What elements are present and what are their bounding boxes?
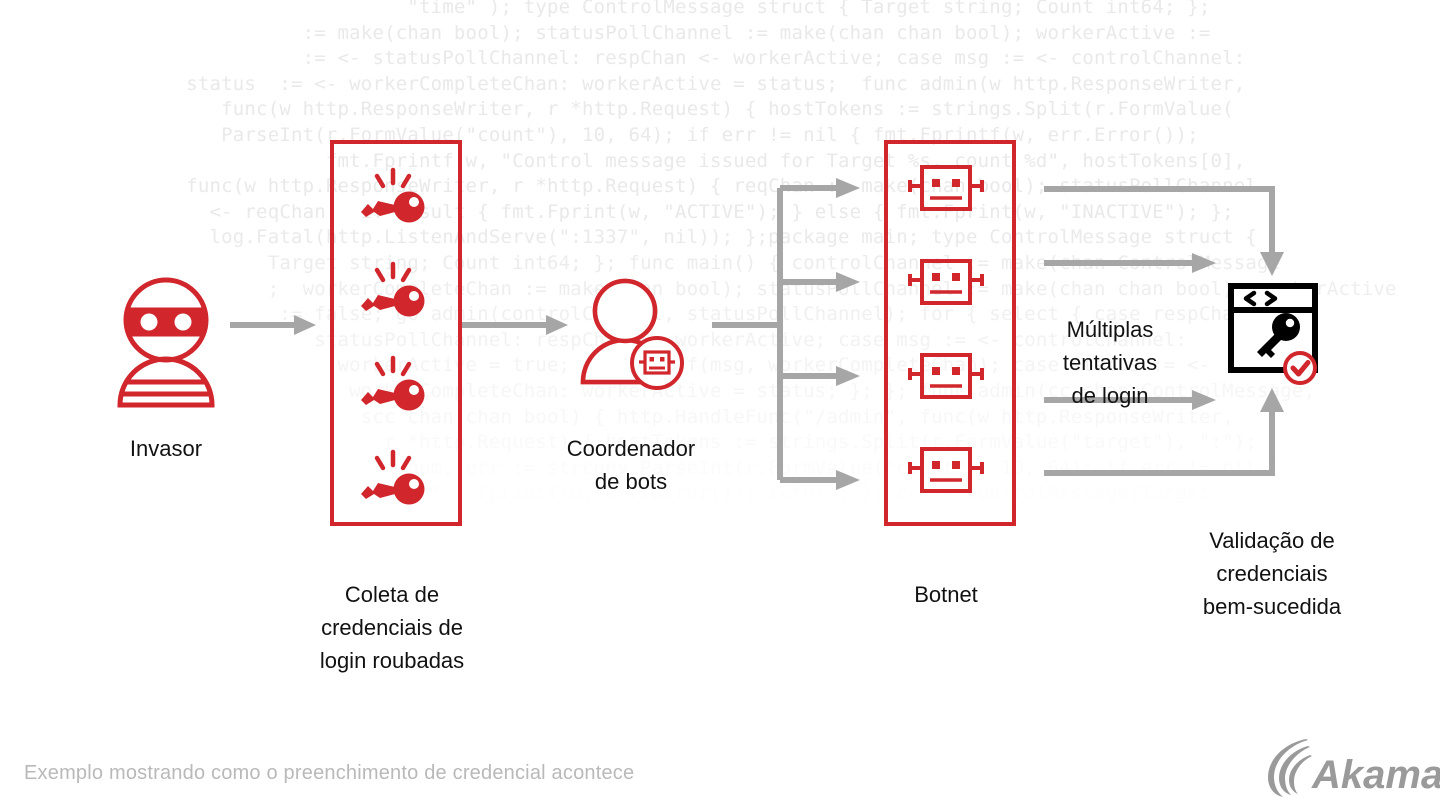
label-attacker: Invasor: [46, 399, 286, 465]
annotation-login-attempts: Múltiplas tentativas de login: [980, 280, 1240, 412]
code-background-line: ParseInt(r.FormValue("count"), 10, 64); …: [0, 124, 1199, 146]
robot-icon: [908, 259, 984, 305]
annotation-login-attempts-text: Múltiplas tentativas de login: [1062, 317, 1158, 408]
label-stolen-credentials-text: Coleta de credenciais de login roubadas: [319, 582, 465, 673]
node-login-target: [1228, 283, 1326, 385]
browser-key-check-icon: [1228, 283, 1318, 385]
akamai-logo-mark: Akamai: [1268, 739, 1440, 797]
node-bot-coordinator: [575, 278, 687, 390]
broken-key-icon: [361, 449, 425, 505]
node-attacker: [106, 272, 226, 408]
caption-text: Exemplo mostrando como o preenchimento d…: [24, 762, 634, 785]
code-background-line: := make(chan bool); statusPollChannel :=…: [0, 21, 1211, 44]
arrow-attacker-to-credentials: [230, 315, 316, 335]
label-stolen-credentials: Coleta de credenciais de login roubadas: [262, 545, 522, 677]
label-botnet: Botnet: [816, 545, 1076, 611]
label-botnet-text: Botnet: [914, 582, 978, 607]
akamai-logo: Akamai: [1266, 736, 1440, 798]
arrows-coordinator-to-botnet: [712, 178, 860, 490]
caption-label: Exemplo mostrando como o preenchimento d…: [24, 762, 635, 784]
robot-icon: [908, 447, 984, 493]
broken-key-icon: [361, 167, 425, 223]
label-bot-coordinator-text: Coordenador de bots: [566, 436, 696, 494]
arrow-login-attempts-upper: [1044, 253, 1216, 273]
annotation-successful-validation-text: Validação de credenciais bem-sucedida: [1202, 528, 1342, 619]
masked-attacker-icon: [117, 277, 215, 408]
akamai-wordmark: Akamai: [1311, 753, 1440, 797]
arrow-credentials-to-coordinator: [462, 315, 568, 335]
label-attacker-text: Invasor: [129, 436, 203, 461]
robot-icon: [908, 353, 984, 399]
robot-icon: [908, 165, 984, 211]
person-bot-icon: [580, 278, 684, 390]
code-background-line: func(w http.ResponseWriter, r *http.Requ…: [0, 98, 1234, 121]
code-background-line: status := <- workerCompleteChan: workerA…: [0, 72, 1246, 95]
code-background-line: "time" ); type ControlMessage struct { T…: [0, 0, 1211, 18]
code-background-line: := <- statusPollChannel: respChan <- wor…: [0, 47, 1246, 70]
broken-key-icon: [361, 261, 425, 317]
diagram-canvas: "time" ); type ControlMessage struct { T…: [0, 0, 1440, 810]
code-background-line: fmt.Fprintf(w, "Control message issued f…: [0, 149, 1246, 172]
annotation-successful-validation: Validação de credenciais bem-sucedida: [1142, 491, 1402, 623]
broken-key-icon: [361, 355, 425, 411]
